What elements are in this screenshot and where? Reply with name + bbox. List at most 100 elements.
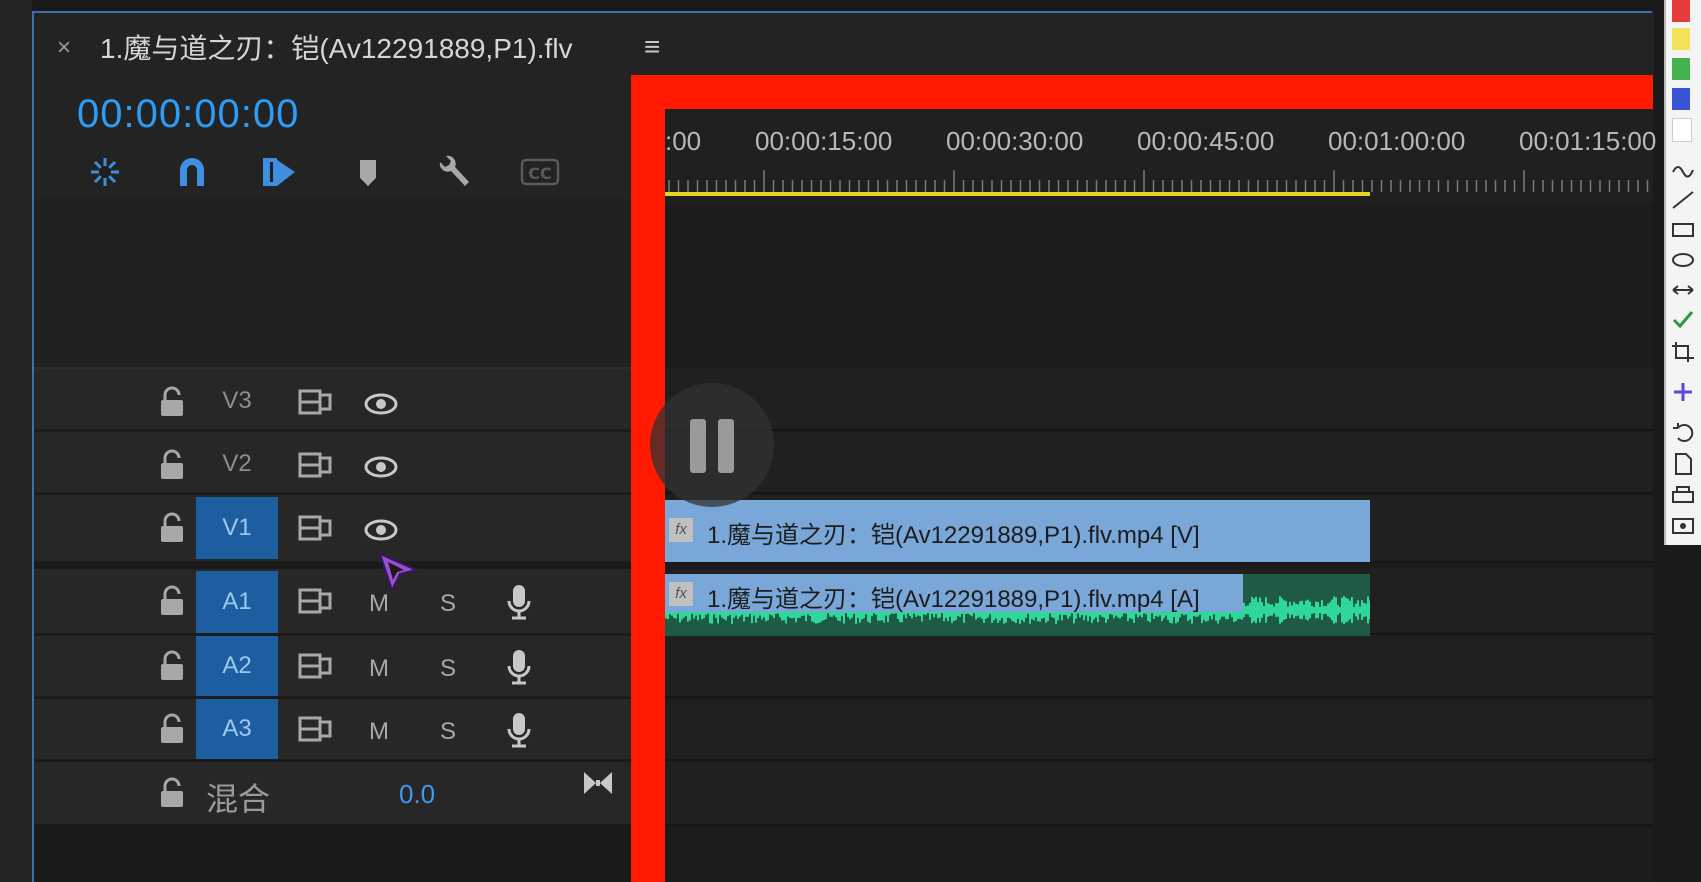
add-marker-button[interactable] (344, 150, 392, 194)
waveform-bar (1289, 601, 1291, 619)
track-header-a3 (34, 699, 631, 761)
waveform-bar (1257, 602, 1259, 618)
linked-magnet-button[interactable] (168, 150, 216, 194)
track-name-v1[interactable]: V1 (196, 497, 278, 559)
solo-button[interactable]: S (440, 718, 456, 746)
sync-lock-icon[interactable] (298, 653, 332, 679)
waveform-bar (1281, 598, 1283, 622)
screen-capture-icon[interactable] (1670, 514, 1696, 538)
waveform-bar (1313, 606, 1315, 614)
waveform-bar (1349, 600, 1351, 620)
mute-button[interactable]: M (369, 718, 389, 746)
waveform-bar (1291, 605, 1293, 615)
waveform-bar (1345, 597, 1347, 623)
solo-button[interactable]: S (440, 655, 456, 683)
panel-menu-button[interactable]: ≡ (644, 31, 660, 63)
color-swatch-red[interactable] (1672, 0, 1690, 22)
waveform-bar (1253, 598, 1255, 622)
ellipse-icon[interactable] (1670, 248, 1696, 272)
waveform-bar (1247, 605, 1249, 615)
sequence-tab-title[interactable]: 1.魔与道之刃：铠(Av12291889,P1).flv (100, 27, 573, 67)
lock-icon[interactable] (158, 777, 186, 809)
video-clip[interactable]: fx 1.魔与道之刃：铠(Av12291889,P1).flv.mp4 [V] (665, 500, 1370, 562)
mic-icon[interactable] (506, 711, 532, 749)
pause-icon (690, 419, 706, 473)
rectangle-icon[interactable] (1670, 218, 1696, 242)
lock-icon[interactable] (158, 449, 186, 481)
sync-lock-icon[interactable] (298, 716, 332, 742)
freehand-icon[interactable] (1670, 158, 1696, 182)
line-icon[interactable] (1670, 188, 1696, 212)
linked-selection-button[interactable] (255, 150, 303, 194)
eye-icon[interactable] (364, 455, 398, 479)
timeline-row-a2[interactable] (665, 636, 1653, 698)
lock-icon[interactable] (158, 386, 186, 418)
mute-button[interactable]: M (369, 590, 389, 618)
track-name-v2[interactable]: V2 (196, 434, 278, 494)
track-name-v3[interactable]: V3 (196, 371, 278, 431)
snap-button[interactable] (81, 150, 129, 194)
color-swatch-green[interactable] (1672, 58, 1690, 80)
waveform-bar (1317, 601, 1319, 619)
crop-icon[interactable] (1670, 340, 1696, 364)
waveform-bar (1333, 596, 1335, 624)
pause-overlay-button[interactable] (650, 383, 774, 507)
waveform-bar (1255, 596, 1257, 624)
track-header-v2 (34, 432, 631, 494)
mic-icon[interactable] (506, 583, 532, 621)
eye-icon[interactable] (364, 518, 398, 542)
sync-lock-icon[interactable] (298, 588, 332, 614)
plus-icon[interactable] (1670, 380, 1696, 404)
color-swatch-blue[interactable] (1672, 88, 1690, 110)
work-area-bar[interactable] (665, 192, 1370, 196)
lock-icon[interactable] (158, 650, 186, 682)
track-name-a1[interactable]: A1 (196, 571, 278, 633)
waveform-bar (1297, 604, 1299, 616)
waveform-bar (1367, 596, 1369, 624)
print-icon[interactable] (1670, 484, 1696, 508)
waveform-bar (1293, 601, 1295, 619)
lock-icon[interactable] (158, 713, 186, 745)
annotation-tool-palette (1664, 0, 1701, 545)
solo-button[interactable]: S (440, 590, 456, 618)
new-page-icon[interactable] (1670, 452, 1696, 476)
timeline-row-mix[interactable] (665, 762, 1653, 826)
tab-close-button[interactable]: × (57, 34, 71, 62)
waveform-bar (1323, 605, 1325, 615)
timeline-row-v2[interactable] (665, 432, 1653, 494)
linked-selection-icon (263, 158, 295, 186)
empty-track-area (34, 195, 631, 369)
waveform-bar (1369, 600, 1370, 620)
playhead-timecode[interactable]: 00:00:00:00 (77, 92, 299, 137)
audio-clip[interactable]: fx 1.魔与道之刃：铠(Av12291889,P1).flv.mp4 [A] (665, 574, 1370, 636)
captions-button[interactable]: CC (516, 150, 564, 194)
waveform-bar (1315, 601, 1317, 619)
sync-lock-icon[interactable] (298, 389, 332, 415)
color-swatch-yellow[interactable] (1672, 28, 1690, 50)
track-name-a2[interactable]: A2 (196, 636, 278, 696)
mute-button[interactable]: M (369, 655, 389, 683)
sync-lock-icon[interactable] (298, 515, 332, 541)
mix-volume-value[interactable]: 0.0 (399, 779, 435, 810)
timeline-row-a3[interactable] (665, 699, 1653, 761)
bowtie-icon[interactable] (582, 770, 614, 796)
color-swatch-white[interactable] (1672, 118, 1692, 142)
lock-icon[interactable] (158, 585, 186, 617)
audio-clip-label: 1.魔与道之刃：铠(Av12291889,P1).flv.mp4 [A] (707, 586, 1200, 613)
check-icon[interactable] (1670, 308, 1696, 332)
track-name-a3[interactable]: A3 (196, 699, 278, 759)
timeline-settings-button[interactable] (430, 150, 478, 194)
waveform-bar (1309, 601, 1311, 619)
waveform-bar (1243, 602, 1245, 618)
undo-icon[interactable] (1670, 420, 1696, 444)
waveform-bar (1245, 606, 1247, 614)
sync-lock-icon[interactable] (298, 452, 332, 478)
waveform-bar (1365, 603, 1367, 617)
eye-icon[interactable] (364, 392, 398, 416)
double-arrow-icon[interactable] (1670, 278, 1696, 302)
timeline-row-v3[interactable] (665, 369, 1653, 431)
fx-badge: fx (669, 582, 693, 606)
lock-icon[interactable] (158, 512, 186, 544)
mic-icon[interactable] (506, 648, 532, 686)
waveform-bar (1305, 600, 1307, 620)
